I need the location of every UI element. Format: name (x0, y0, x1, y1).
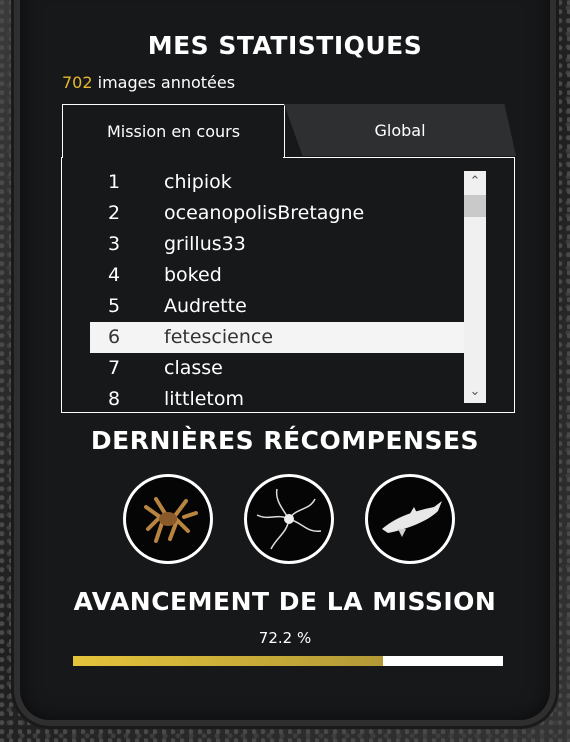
shark-icon (382, 501, 442, 537)
rank-number: 2 (108, 202, 121, 224)
annotated-count-number: 702 (62, 73, 93, 92)
spider-crab-icon (144, 497, 198, 543)
player-name: littletom (164, 388, 245, 410)
annotated-count-label: images annotées (92, 73, 236, 92)
rank-number: 1 (108, 171, 121, 193)
rank-number: 3 (108, 233, 121, 255)
list-item: 5 Audrette (90, 291, 464, 322)
list-item: 2 oceanopolisBretagne (90, 198, 464, 229)
scroll-thumb[interactable] (464, 195, 486, 217)
rank-number: 7 (108, 357, 121, 379)
mission-title: AVANCEMENT DE LA MISSION (73, 587, 497, 616)
list-item: 1 chipiok (90, 167, 464, 198)
reward-shark[interactable] (365, 474, 455, 564)
list-item: 3 grillus33 (90, 229, 464, 260)
list-scrollbar[interactable]: ⌃ ⌄ (464, 171, 486, 403)
list-item: 4 boked (90, 260, 464, 291)
rank-number: 6 (108, 326, 121, 348)
reward-spider-crab[interactable] (123, 474, 213, 564)
player-name: boked (164, 264, 222, 286)
scroll-up-icon[interactable]: ⌃ (464, 171, 486, 193)
mission-progress-fill (73, 656, 384, 666)
annotated-count: 702 images annotées (62, 73, 235, 92)
rank-number: 5 (108, 295, 121, 317)
tab-mission-en-cours[interactable]: Mission en cours (62, 104, 285, 158)
rank-number: 4 (108, 264, 121, 286)
player-name: Audrette (164, 295, 247, 317)
list-item: 7 classe (90, 353, 464, 384)
brittle-star-icon (256, 488, 322, 550)
scroll-down-icon[interactable]: ⌄ (464, 381, 486, 403)
player-name: chipiok (164, 171, 232, 193)
tab-global[interactable]: Global (284, 104, 516, 156)
leaderboard-tabs: Mission en cours Global (62, 104, 516, 158)
mission-progress-label: 72.2 % (258, 629, 312, 647)
reward-brittle-star[interactable] (244, 474, 334, 564)
player-name: classe (164, 357, 223, 379)
leaderboard-list[interactable]: 1 chipiok 2 oceanopolisBretagne 3 grillu… (61, 157, 515, 413)
stats-title: MES STATISTIQUES (147, 31, 423, 60)
rank-number: 8 (108, 388, 121, 410)
rewards-title: DERNIÈRES RÉCOMPENSES (90, 426, 480, 455)
player-name: grillus33 (164, 233, 246, 255)
player-name: oceanopolisBretagne (164, 202, 365, 224)
list-item: 8 littletom (90, 384, 464, 412)
player-name: fetescience (164, 326, 274, 348)
mission-progress-bar (73, 656, 503, 666)
list-item-current-user: 6 fetescience (90, 322, 464, 353)
